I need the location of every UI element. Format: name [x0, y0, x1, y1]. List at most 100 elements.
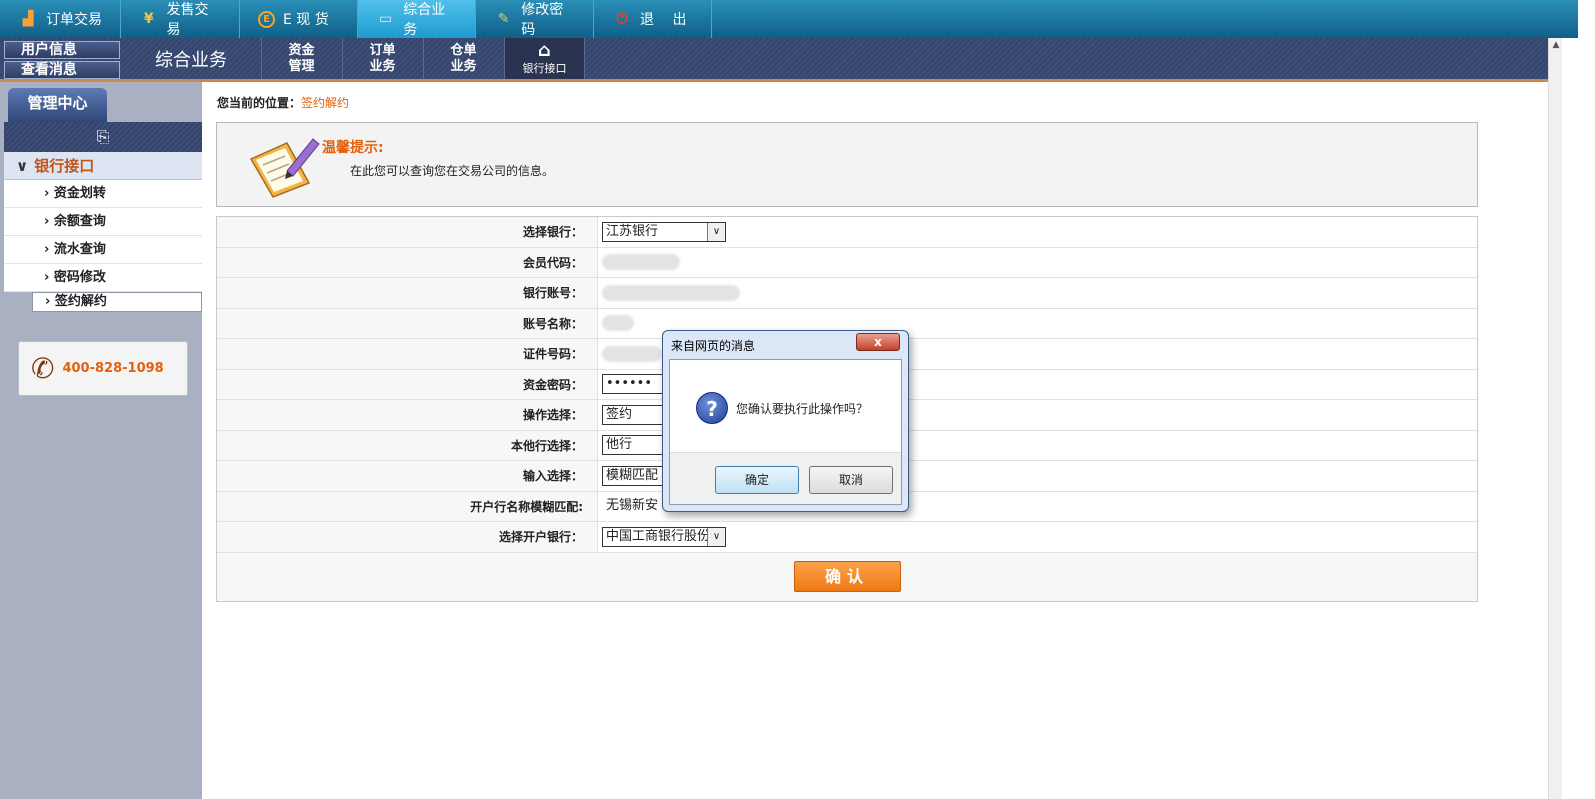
subnav-bank-interface[interactable]: ⌂ 银行接口	[504, 38, 585, 79]
management-center-tab[interactable]: 管理中心	[8, 88, 107, 122]
top-nav-label: 综合业务	[403, 2, 446, 38]
form-label: 开户行名称模糊匹配:	[470, 499, 583, 514]
dialog-body: ? 您确认要执行此操作吗？ 确定 取消	[669, 359, 902, 505]
chevron-right-icon: ›	[45, 294, 51, 309]
sidebar-item-label: 签约解约	[54, 294, 107, 309]
sidebar-item-password-change[interactable]: › 密码修改	[4, 264, 202, 292]
bank-type-select[interactable]: 他行	[602, 435, 664, 456]
scroll-up-arrow-icon[interactable]: ▲	[1549, 38, 1563, 52]
tip-title: 温馨提示:	[322, 140, 384, 156]
form-label: 资金密码：	[522, 377, 583, 392]
select-value: 模糊匹配	[606, 467, 659, 483]
select-value: 中国工商银行股份	[606, 528, 711, 544]
chevron-down-icon: ∨	[707, 222, 725, 241]
dialog-cancel-button[interactable]: 取消	[809, 466, 893, 494]
confirm-dialog: 来自网页的消息 x ? 您确认要执行此操作吗？ 确定 取消	[662, 330, 909, 512]
monitor-icon: ▭	[378, 11, 393, 27]
top-nav: ▟ 订单交易 ¥ 发售交易 E E 现 货 ▭ 综合业务 ✎ 修改密码 ⏻ 退 …	[0, 0, 1578, 38]
form-row-member-code: 会员代码：	[217, 247, 1477, 278]
subnav-label: 业务	[369, 59, 396, 74]
sidebar-section-bank-interface[interactable]: ∨ 银行接口	[4, 152, 202, 180]
chevron-right-icon: ›	[44, 270, 50, 285]
sidebar-item-sign-cancel[interactable]: › 签约解约	[32, 292, 202, 312]
pen-icon: ✎	[497, 11, 510, 27]
form-label: 选择银行：	[522, 225, 583, 239]
sidebar-item-label: 流水查询	[53, 242, 106, 257]
top-nav-label: 订单交易	[46, 12, 102, 28]
chevron-right-icon: ›	[44, 186, 50, 201]
bank-select[interactable]: 江苏银行 ∨	[602, 221, 726, 242]
chevron-down-icon: ∨	[707, 527, 725, 546]
subnav-order-business[interactable]: 订单 业务	[342, 38, 422, 79]
operation-select[interactable]: 签约	[602, 404, 664, 425]
bank-account-field	[602, 284, 740, 301]
sidebar: 管理中心 ⎘ ∨ 银行接口 › 资金划转 › 余额查询 › 流水查询 › 密码修改…	[0, 82, 202, 799]
bank-house-icon: ⌂	[538, 40, 551, 61]
top-nav-general-business[interactable]: ▭ 综合业务	[358, 0, 476, 38]
form-row-bank: 选择银行： 江苏银行 ∨	[217, 217, 1477, 248]
breadcrumb: 您当前的位置：签约解约	[217, 94, 349, 111]
member-code-field	[602, 254, 680, 271]
subnav-label: 仓单	[450, 43, 477, 58]
dialog-message: 您确认要执行此操作吗？	[736, 402, 869, 416]
top-nav-issue-trade[interactable]: ¥ 发售交易	[121, 0, 240, 38]
notepad-pencil-icon	[249, 138, 320, 198]
dialog-close-button[interactable]: x	[856, 333, 900, 351]
open-bank-select[interactable]: 中国工商银行股份 ∨	[602, 526, 726, 547]
page-scrollbar[interactable]: ▲	[1548, 38, 1562, 799]
sidebar-item-label: 资金划转	[53, 186, 106, 201]
chevron-right-icon: ›	[44, 242, 50, 257]
sidebar-item-flow-query[interactable]: › 流水查询	[4, 236, 202, 264]
top-nav-label: 修改密码	[521, 2, 564, 38]
top-nav-change-password[interactable]: ✎ 修改密码	[476, 0, 594, 38]
sub-bar-title: 综合业务	[155, 50, 227, 71]
tip-box: 温馨提示: 在此您可以查询您在交易公司的信息。	[216, 122, 1478, 207]
sidebar-section-label: 银行接口	[34, 157, 95, 175]
form-label: 账号名称：	[522, 316, 583, 331]
subnav-label: 业务	[450, 59, 477, 74]
e-coin-icon: E	[258, 10, 275, 28]
breadcrumb-current[interactable]: 签约解约	[301, 96, 349, 110]
user-info-button[interactable]: 用户信息	[4, 41, 120, 59]
subnav-label: 资金	[288, 43, 315, 58]
top-nav-logout[interactable]: ⏻ 退 出	[594, 0, 712, 38]
chart-icon: ▟	[22, 11, 34, 27]
top-nav-label: 发售交易	[166, 2, 209, 38]
question-icon: ?	[696, 392, 728, 424]
top-nav-order-trade[interactable]: ▟ 订单交易	[0, 0, 121, 38]
sidebar-item-fund-transfer[interactable]: › 资金划转	[4, 180, 202, 208]
top-nav-label: 退 出	[640, 12, 687, 28]
sidebar-item-label: 余额查询	[53, 214, 106, 229]
sidebar-strip: ⎘	[4, 122, 202, 152]
hotline-box: ✆ 400-828-1098	[18, 341, 188, 396]
hotline-number: 400-828-1098	[62, 361, 164, 376]
form-label: 会员代码：	[522, 255, 583, 270]
subnav-warehouse-business[interactable]: 仓单 业务	[423, 38, 503, 79]
dialog-ok-button[interactable]: 确定	[715, 466, 799, 494]
submit-row: 确认	[217, 552, 1477, 601]
clipboard-icon[interactable]: ⎘	[97, 127, 110, 146]
form-label: 证件号码：	[522, 347, 583, 361]
dialog-footer: 确定 取消	[670, 452, 901, 504]
form-row-bank-account: 银行账号：	[217, 278, 1477, 309]
dialog-title: 来自网页的消息	[671, 339, 756, 353]
form-label: 银行账号：	[522, 286, 583, 300]
input-mode-select[interactable]: 模糊匹配	[602, 465, 664, 486]
fund-password-input[interactable]: ••••••	[602, 374, 664, 395]
sidebar-item-label: 密码修改	[53, 270, 106, 285]
subnav-fund-management[interactable]: 资金 管理	[261, 38, 341, 79]
view-messages-button[interactable]: 查看消息	[4, 61, 120, 79]
sidebar-item-balance-query[interactable]: › 余额查询	[4, 208, 202, 236]
id-number-field	[602, 345, 662, 362]
form-label: 选择开户银行：	[498, 530, 583, 544]
confirm-button[interactable]: 确认	[793, 561, 901, 592]
top-nav-e-spot[interactable]: E E 现 货	[240, 0, 358, 38]
subnav-label: 银行接口	[522, 62, 567, 75]
chevron-right-icon: ›	[44, 214, 50, 229]
chevron-down-icon: ∨	[16, 157, 29, 175]
sub-bar: 用户信息 查看消息 综合业务 资金 管理 订单 业务 仓单 业务 ⌂ 银行接口	[0, 38, 1548, 82]
subnav-label: 管理	[288, 59, 315, 74]
form-label: 操作选择：	[522, 408, 583, 422]
top-nav-label: E 现 货	[283, 12, 329, 28]
select-value: 他行	[606, 437, 633, 453]
